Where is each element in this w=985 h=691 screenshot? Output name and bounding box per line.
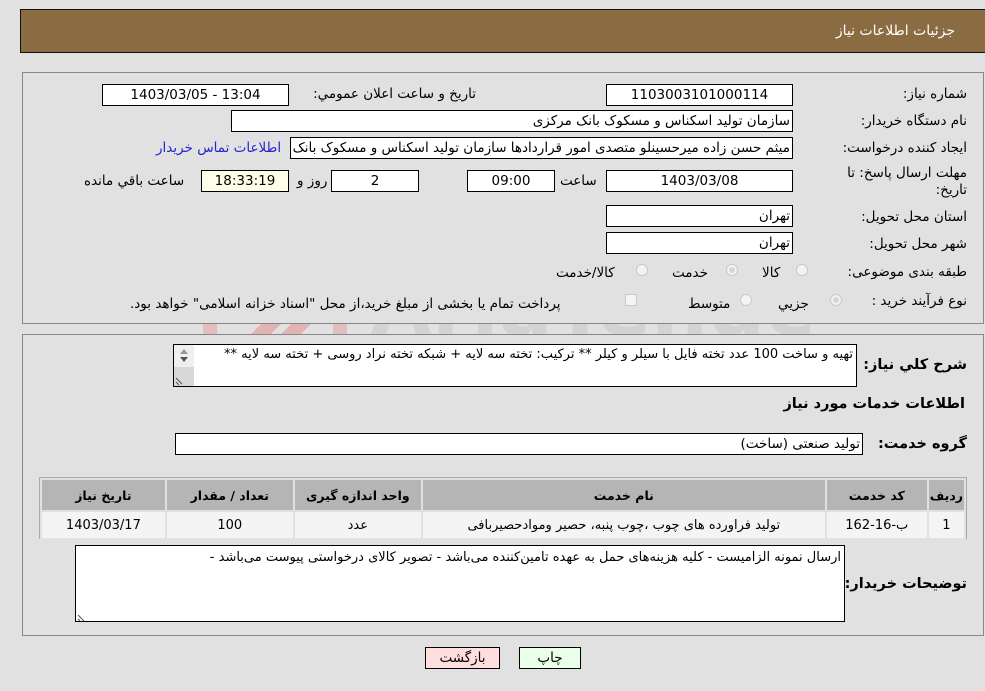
col-qty: تعداد / مقدار (164, 478, 295, 512)
treasury-checkbox[interactable] (625, 294, 637, 306)
deadline-date-field: 1403/03/08 (606, 170, 793, 192)
page-header: جزئیات اطلاعات نیاز (20, 9, 985, 53)
deadline-time-label: ساعت (560, 173, 597, 189)
buyer-org-field: سازمان تولید اسکناس و مسکوک بانک مرکزی (231, 110, 793, 132)
purchase-type-option-minor: جزيي (778, 296, 809, 312)
province-field: تهران (606, 205, 793, 227)
need-number-field: 1103003101000114 (606, 84, 793, 106)
service-group-field: تولید صنعتی (ساخت) (175, 433, 863, 455)
category-option-goods: کالا (762, 265, 781, 281)
cell-code: ب-16-162 (824, 510, 929, 540)
category-radio-goods[interactable] (796, 264, 808, 276)
buyer-contact-link[interactable]: اطلاعات تماس خریدار (156, 140, 281, 156)
purchase-type-radio-medium[interactable] (740, 294, 752, 306)
city-field: تهران (606, 232, 793, 254)
cell-unit: عدد (292, 510, 423, 540)
cell-qty: 100 (164, 510, 295, 540)
services-section-title: اطلاعات خدمات مورد نياز (783, 396, 965, 412)
buyer-org-label: نام دستگاه خريدار: (860, 113, 967, 129)
col-code: کد خدمت (824, 478, 929, 512)
announce-datetime-field: 1403/03/05 - 13:04 (102, 84, 289, 106)
services-table: رديف کد خدمت نام خدمت واحد اندازه گيری ت… (40, 478, 967, 540)
buyer-notes-textarea[interactable]: ارسال نمونه الزامیست - کلیه هزینه‌های حم… (75, 545, 845, 622)
buyer-notes-text: ارسال نمونه الزامیست - کلیه هزینه‌های حم… (209, 550, 841, 565)
purchase-type-option-medium: متوسط (688, 296, 731, 312)
need-number-label: شماره نیاز: (902, 86, 967, 102)
print-button[interactable]: چاپ (519, 647, 581, 669)
col-date: تاریخ نیاز (40, 478, 167, 512)
description-textarea[interactable]: تهیه و ساخت 100 عدد تخته فایل با سیلر و … (173, 344, 857, 387)
description-label: شرح کلي نياز: (863, 357, 967, 373)
cell-row: 1 (926, 510, 967, 540)
buyer-notes-label: توضیحات خریدار: (844, 576, 967, 592)
announce-datetime-label: تاریخ و ساعت اعلان عمومي: (313, 86, 476, 102)
table-header-row: رديف کد خدمت نام خدمت واحد اندازه گيری ت… (40, 478, 967, 512)
deadline-label-line2: تاریخ: (935, 182, 967, 198)
category-option-service: خدمت (672, 265, 708, 281)
col-name: نام خدمت (420, 478, 827, 512)
category-radio-goods-service[interactable] (636, 264, 648, 276)
remaining-label: ساعت باقي مانده (84, 173, 185, 189)
remaining-days-field: 2 (331, 170, 419, 192)
service-group-label: گروه خدمت: (877, 436, 967, 452)
category-option-goods-service: کالا/خدمت (556, 265, 615, 281)
col-unit: واحد اندازه گيری (292, 478, 423, 512)
city-label: شهر محل تحویل: (869, 236, 967, 252)
treasury-note: پرداخت تمام یا بخشی از مبلغ خرید،از محل … (130, 296, 561, 312)
days-label: روز و (297, 173, 328, 189)
back-button[interactable]: بازگشت (425, 647, 500, 669)
purchase-type-label: نوع فرآیند خرید : (871, 293, 967, 309)
deadline-label-line1: مهلت ارسال پاسخ: تا (847, 165, 967, 181)
purchase-type-radio-minor[interactable] (830, 294, 842, 306)
page-title: جزئیات اطلاعات نیاز (835, 23, 955, 39)
table-row: 1 ب-16-162 تولید فراورده های چوب ،چوب پن… (40, 510, 967, 540)
description-scrollbar[interactable] (174, 345, 194, 386)
description-text: تهیه و ساخت 100 عدد تخته فایل با سیلر و … (224, 347, 853, 362)
province-label: استان محل تحویل: (861, 209, 967, 225)
requester-field: میثم حسن زاده میرحسینلو متصدی امور قرارد… (290, 137, 793, 159)
col-row: رديف (926, 478, 967, 512)
category-radio-service[interactable] (726, 264, 738, 276)
cell-name: تولید فراورده های چوب ،چوب پنبه، حصیر وم… (420, 510, 827, 540)
category-label: طبقه بندی موضوعی: (847, 264, 967, 280)
remaining-time-field: 18:33:19 (201, 170, 289, 192)
deadline-time-field: 09:00 (467, 170, 555, 192)
requester-label: ایجاد کننده درخواست: (842, 140, 967, 156)
cell-date: 1403/03/17 (40, 510, 167, 540)
scroll-arrows-icon (174, 349, 194, 386)
resize-grip-icon (77, 614, 85, 621)
services-table-wrap: رديف کد خدمت نام خدمت واحد اندازه گيری ت… (39, 477, 967, 540)
